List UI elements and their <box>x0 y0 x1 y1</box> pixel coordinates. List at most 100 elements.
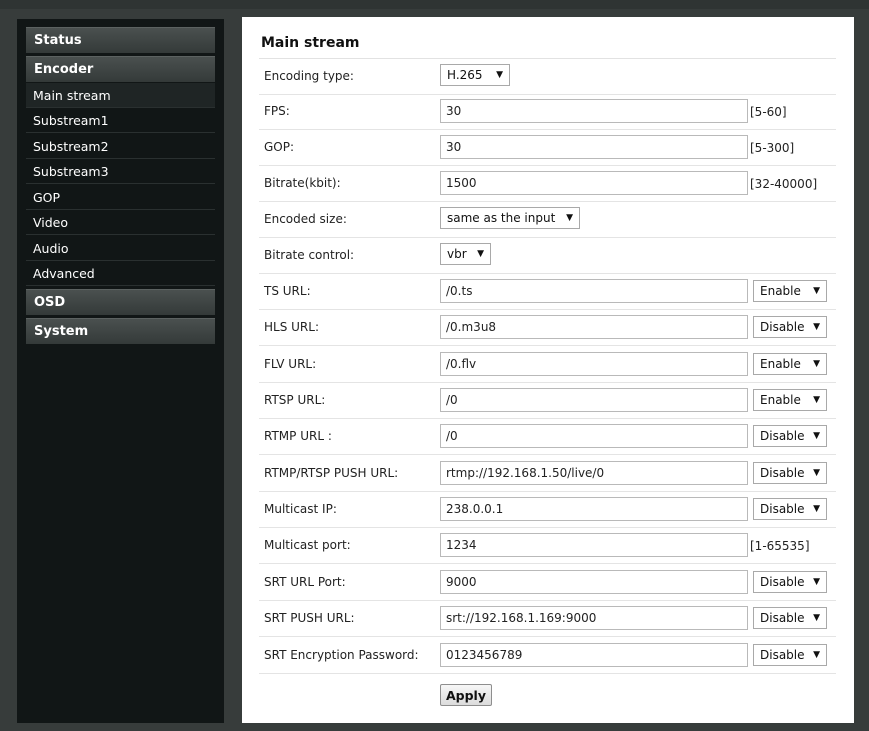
row-encoded-size: Encoded size: same as the input ▼ <box>259 202 836 238</box>
dropdown-arrow-icon: ▼ <box>813 650 820 660</box>
dropdown-arrow-icon: ▼ <box>813 613 820 623</box>
row-rtsp-url: RTSP URL: Enable ▼ <box>259 383 836 419</box>
bitrate-control-select[interactable]: vbr ▼ <box>440 243 491 265</box>
gop-range: [5-300] <box>750 141 795 155</box>
dropdown-arrow-icon: ▼ <box>813 322 820 332</box>
row-gop: GOP: [5-300] <box>259 130 836 166</box>
multicast-port-range: [1-65535] <box>750 539 810 553</box>
rtsp-url-state: Enable <box>760 393 801 407</box>
row-srt-port: SRT URL Port: Disable ▼ <box>259 565 836 601</box>
top-strip <box>0 0 869 9</box>
rtsp-url-label: RTSP URL: <box>264 393 326 407</box>
nav-item-substream2[interactable]: Substream2 <box>26 134 215 159</box>
row-fps: FPS: [5-60] <box>259 94 836 130</box>
nav-item-gop[interactable]: GOP <box>26 185 215 210</box>
srt-password-label: SRT Encryption Password: <box>264 648 419 662</box>
fps-range: [5-60] <box>750 105 787 119</box>
nav-item-substream3[interactable]: Substream3 <box>26 159 215 184</box>
nav-system[interactable]: System <box>26 318 215 344</box>
hls-url-label: HLS URL: <box>264 320 319 334</box>
multicast-ip-label: Multicast IP: <box>264 502 337 516</box>
rtmp-url-input[interactable] <box>440 424 748 448</box>
srt-port-state-select[interactable]: Disable ▼ <box>753 571 827 593</box>
srt-push-label: SRT PUSH URL: <box>264 611 355 625</box>
gop-input[interactable] <box>440 135 748 159</box>
row-ts-url: TS URL: Enable ▼ <box>259 274 836 310</box>
multicast-port-input[interactable] <box>440 533 748 557</box>
nav-osd[interactable]: OSD <box>26 289 215 315</box>
ts-url-label: TS URL: <box>264 284 311 298</box>
rtmp-url-label: RTMP URL : <box>264 429 332 443</box>
srt-password-state: Disable <box>760 648 805 662</box>
multicast-port-label: Multicast port: <box>264 538 351 552</box>
dropdown-arrow-icon: ▼ <box>813 395 820 405</box>
encoded-size-select[interactable]: same as the input ▼ <box>440 207 580 229</box>
flv-url-label: FLV URL: <box>264 357 317 371</box>
encoding-type-value: H.265 <box>447 68 483 82</box>
row-multicast-ip: Multicast IP: Disable ▼ <box>259 492 836 528</box>
fps-input[interactable] <box>440 99 748 123</box>
dropdown-arrow-icon: ▼ <box>496 70 503 80</box>
dropdown-arrow-icon: ▼ <box>813 468 820 478</box>
row-srt-password: SRT Encryption Password: Disable ▼ <box>259 638 836 674</box>
nav-status[interactable]: Status <box>26 27 215 53</box>
rtmp-url-state: Disable <box>760 429 805 443</box>
fps-label: FPS: <box>264 104 290 118</box>
row-multicast-port: Multicast port: [1-65535] <box>259 528 836 564</box>
encoded-size-label: Encoded size: <box>264 212 347 226</box>
srt-push-input[interactable] <box>440 606 748 630</box>
srt-password-input[interactable] <box>440 643 748 667</box>
srt-push-state-select[interactable]: Disable ▼ <box>753 607 827 629</box>
nav-encoder[interactable]: Encoder <box>26 56 215 82</box>
ts-url-state: Enable <box>760 284 801 298</box>
multicast-ip-input[interactable] <box>440 497 748 521</box>
dropdown-arrow-icon: ▼ <box>813 359 820 369</box>
hls-url-state-select[interactable]: Disable ▼ <box>753 316 827 338</box>
hls-url-input[interactable] <box>440 315 748 339</box>
srt-password-state-select[interactable]: Disable ▼ <box>753 644 827 666</box>
nav-item-audio[interactable]: Audio <box>26 236 215 261</box>
apply-button[interactable]: Apply <box>440 684 492 706</box>
nav-item-advanced[interactable]: Advanced <box>26 261 215 286</box>
srt-port-state: Disable <box>760 575 805 589</box>
bitrate-input[interactable] <box>440 171 748 195</box>
srt-port-input[interactable] <box>440 570 748 594</box>
encoded-size-value: same as the input <box>447 211 556 225</box>
ts-url-input[interactable] <box>440 279 748 303</box>
multicast-ip-state-select[interactable]: Disable ▼ <box>753 498 827 520</box>
push-url-state-select[interactable]: Disable ▼ <box>753 462 827 484</box>
dropdown-arrow-icon: ▼ <box>477 249 484 259</box>
row-rtmp-url: RTMP URL : Disable ▼ <box>259 419 836 455</box>
bitrate-control-label: Bitrate control: <box>264 248 355 262</box>
nav-item-video[interactable]: Video <box>26 210 215 235</box>
srt-push-state: Disable <box>760 611 805 625</box>
push-url-input[interactable] <box>440 461 748 485</box>
row-push-url: RTMP/RTSP PUSH URL: Disable ▼ <box>259 456 836 492</box>
multicast-ip-state: Disable <box>760 502 805 516</box>
row-hls-url: HLS URL: Disable ▼ <box>259 310 836 346</box>
flv-url-input[interactable] <box>440 352 748 376</box>
flv-url-state-select[interactable]: Enable ▼ <box>753 353 827 375</box>
row-flv-url: FLV URL: Enable ▼ <box>259 347 836 383</box>
dropdown-arrow-icon: ▼ <box>813 431 820 441</box>
rtmp-url-state-select[interactable]: Disable ▼ <box>753 425 827 447</box>
dropdown-arrow-icon: ▼ <box>813 286 820 296</box>
row-bitrate: Bitrate(kbit): [32-40000] <box>259 166 836 202</box>
page-title: Main stream <box>261 35 360 51</box>
bitrate-label: Bitrate(kbit): <box>264 176 341 190</box>
hls-url-state: Disable <box>760 320 805 334</box>
push-url-label: RTMP/RTSP PUSH URL: <box>264 466 399 480</box>
ts-url-state-select[interactable]: Enable ▼ <box>753 280 827 302</box>
encoding-type-label: Encoding type: <box>264 69 354 83</box>
rtsp-url-input[interactable] <box>440 388 748 412</box>
nav-item-substream1[interactable]: Substream1 <box>26 108 215 133</box>
encoding-type-select[interactable]: H.265 ▼ <box>440 64 510 86</box>
dropdown-arrow-icon: ▼ <box>813 504 820 514</box>
gop-label: GOP: <box>264 140 295 154</box>
srt-port-label: SRT URL Port: <box>264 575 346 589</box>
rtsp-url-state-select[interactable]: Enable ▼ <box>753 389 827 411</box>
flv-url-state: Enable <box>760 357 801 371</box>
bitrate-control-value: vbr <box>447 247 467 261</box>
sidebar: Status Encoder Main stream Substream1 Su… <box>17 19 224 723</box>
nav-item-main-stream[interactable]: Main stream <box>26 83 215 108</box>
